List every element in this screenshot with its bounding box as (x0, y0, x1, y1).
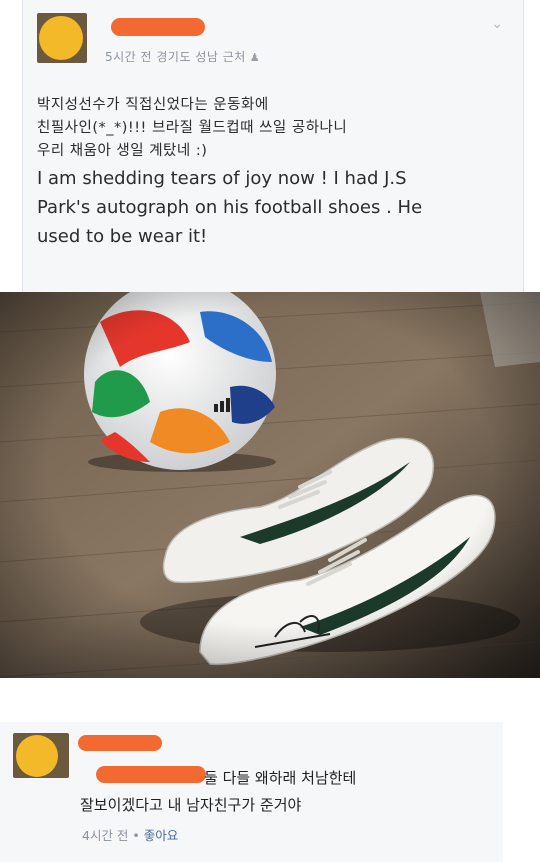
chevron-down-icon[interactable]: ⌄ (491, 16, 503, 32)
comment-text-line-1: 둘 다들 왜하래 처남한테 (204, 769, 357, 787)
post-text-en-2: Park's autograph on his football shoes .… (37, 197, 423, 218)
commenter-avatar[interactable] (13, 733, 69, 778)
post-text-ko-1: 박지성선수가 직접신었다는 운동화에 (37, 97, 269, 113)
meta-separator: • (132, 828, 140, 843)
comment-card: 둘 다들 왜하래 처남한테 잘보이겠다고 내 남자친구가 준거야 4시간 전 •… (0, 722, 503, 862)
commenter-name-redacted[interactable] (78, 735, 162, 751)
post-author-avatar[interactable] (37, 13, 87, 63)
post-card: 5시간 전 경기도 성남 근처 ♟ ⌄ 박지성선수가 직접신었다는 운동화에 친필… (22, 0, 524, 292)
avatar-redaction (16, 735, 58, 777)
photo-illustration (0, 292, 540, 678)
post-text-ko-2: 친필사인(*_*)!!! 브라질 월드컵때 쓰일 공하나니 (37, 120, 348, 136)
comment-text-line-2: 잘보이겠다고 내 남자친구가 준거야 (80, 796, 302, 814)
post-author-name-redacted[interactable] (111, 18, 205, 36)
avatar-redaction (39, 16, 83, 60)
post-text-en-1: I am shedding tears of joy now ! I had J… (37, 168, 407, 189)
post-text-ko-3: 우리 채움아 생일 계탔네 :) (37, 143, 208, 159)
post-photo[interactable] (0, 292, 540, 678)
comment-time: 4시간 전 (82, 828, 129, 843)
comment-meta: 4시간 전 • 좋아요 (82, 825, 178, 844)
post-body: 박지성선수가 직접신었다는 운동화에 친필사인(*_*)!!! 브라질 월드컵때… (37, 94, 507, 250)
post-timestamp-location: 5시간 전 경기도 성남 근처 (105, 50, 246, 64)
comment-text: 둘 다들 왜하래 처남한테 잘보이겠다고 내 남자친구가 준거야 (80, 765, 490, 819)
like-link[interactable]: 좋아요 (144, 828, 179, 843)
spacer (0, 678, 540, 722)
post-meta: 5시간 전 경기도 성남 근처 ♟ (105, 48, 260, 65)
friends-icon: ♟ (249, 51, 261, 64)
post-text-en-3: used to be wear it! (37, 226, 208, 247)
